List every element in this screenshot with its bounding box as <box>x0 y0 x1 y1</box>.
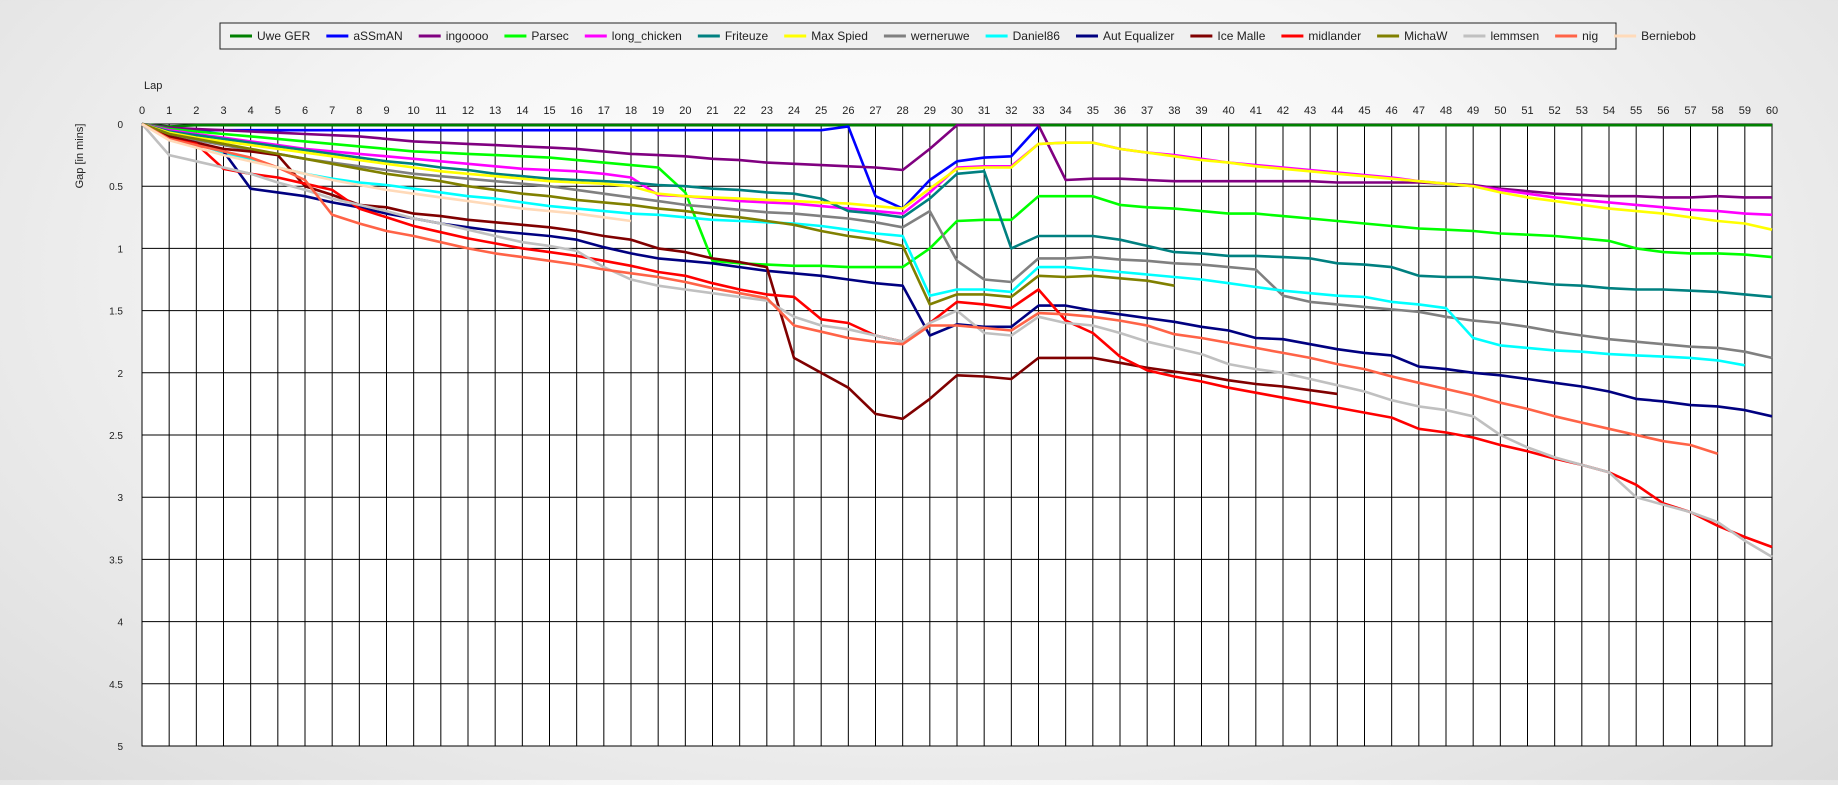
x-tick-label: 46 <box>1386 105 1398 117</box>
x-tick-label: 47 <box>1413 105 1425 117</box>
x-tick-label: 59 <box>1739 105 1751 117</box>
y-axis-title: Gap [in mins] <box>74 124 86 189</box>
x-tick-label: 9 <box>383 105 389 117</box>
y-tick-label: 1 <box>117 244 123 255</box>
x-tick-label: 12 <box>462 105 474 117</box>
x-tick-label: 31 <box>978 105 990 117</box>
y-tick-label: 4 <box>117 618 123 629</box>
x-tick-label: 7 <box>329 105 335 117</box>
x-tick-label: 23 <box>761 105 773 117</box>
gap-chart: Uwe GER aSSmAN ingoooo Parsec long_chicken Fr… <box>74 22 1778 753</box>
x-tick-label: 13 <box>489 105 501 117</box>
chart-container: Uwe GER aSSmAN ingoooo Parsec long_chicken Fr… <box>0 0 1838 780</box>
y-tick-label: 3.5 <box>109 555 123 566</box>
x-tick-label: 34 <box>1060 105 1072 117</box>
legend-label: Uwe GER <box>257 29 311 43</box>
x-tick-label: 27 <box>869 105 881 117</box>
x-tick-label: 35 <box>1087 105 1099 117</box>
x-tick-label: 49 <box>1467 105 1479 117</box>
y-tick-label: 5 <box>117 742 123 753</box>
x-tick-label: 25 <box>815 105 827 117</box>
x-tick-label: 41 <box>1250 105 1262 117</box>
x-tick-label: 0 <box>139 105 145 117</box>
x-tick-label: 8 <box>356 105 362 117</box>
x-tick-label: 38 <box>1168 105 1180 117</box>
x-tick-label: 5 <box>275 105 281 117</box>
x-tick-label: 15 <box>543 105 555 117</box>
x-tick-label: 37 <box>1141 105 1153 117</box>
y-tick-label: 3 <box>117 493 123 504</box>
x-tick-label: 36 <box>1114 105 1126 117</box>
x-tick-label: 22 <box>734 105 746 117</box>
legend-label: Ice Malle <box>1217 29 1265 43</box>
x-tick-label: 17 <box>598 105 610 117</box>
x-tick-label: 3 <box>220 105 226 117</box>
x-tick-label: 56 <box>1657 105 1669 117</box>
x-tick-label: 24 <box>788 105 800 117</box>
legend-label: midlander <box>1308 29 1361 43</box>
x-tick-label: 55 <box>1630 105 1642 117</box>
x-tick-label: 58 <box>1712 105 1724 117</box>
x-tick-label: 40 <box>1223 105 1235 117</box>
x-tick-label: 43 <box>1304 105 1316 117</box>
y-tick-label: 2 <box>117 369 123 380</box>
x-tick-label: 29 <box>924 105 936 117</box>
x-tick-label: 30 <box>951 105 963 117</box>
legend-label: MichaW <box>1404 29 1448 43</box>
x-tick-label: 33 <box>1032 105 1044 117</box>
x-tick-label: 6 <box>302 105 308 117</box>
legend-label: Max Spied <box>811 29 868 43</box>
legend-label: Parsec <box>531 29 568 43</box>
legend-label: Aut Equalizer <box>1103 29 1174 43</box>
x-tick-label: 52 <box>1549 105 1561 117</box>
legend-label: nig <box>1582 29 1598 43</box>
x-tick-label: 28 <box>897 105 909 117</box>
x-tick-label: 10 <box>408 105 420 117</box>
x-tick-label: 48 <box>1440 105 1452 117</box>
x-axis-ticks: 0 1 2 3 4 5 6 7 8 9 10 11 12 13 14 15 16 17 18 19 20 21 22 23 24… <box>139 105 1778 117</box>
x-tick-label: 54 <box>1603 105 1615 117</box>
x-tick-label: 1 <box>166 105 172 117</box>
legend-label: Daniel86 <box>1013 29 1061 43</box>
legend-label: long_chicken <box>612 29 682 43</box>
x-tick-label: 4 <box>248 105 254 117</box>
x-tick-label: 20 <box>679 105 691 117</box>
x-tick-label: 44 <box>1331 105 1343 117</box>
y-axis-ticks: 0 0.5 1 1.5 2 2.5 3 3.5 4 4.5 5 <box>109 120 123 753</box>
legend-label: aSSmAN <box>353 29 402 43</box>
x-tick-label: 14 <box>516 105 528 117</box>
x-tick-label: 18 <box>625 105 637 117</box>
y-tick-label: 0.5 <box>109 182 123 193</box>
x-tick-label: 16 <box>571 105 583 117</box>
y-tick-label: 2.5 <box>109 431 123 442</box>
x-tick-label: 51 <box>1521 105 1533 117</box>
legend-label: Friteuze <box>725 29 769 43</box>
y-tick-label: 1.5 <box>109 307 123 318</box>
x-tick-label: 50 <box>1494 105 1506 117</box>
x-tick-label: 57 <box>1684 105 1696 117</box>
x-tick-label: 45 <box>1358 105 1370 117</box>
legend-label: Berniebob <box>1641 29 1696 43</box>
x-tick-label: 42 <box>1277 105 1289 117</box>
legend-label: lemmsen <box>1490 29 1539 43</box>
x-tick-label: 11 <box>435 105 446 117</box>
x-tick-label: 39 <box>1195 105 1207 117</box>
y-tick-label: 4.5 <box>109 680 123 691</box>
x-axis-title: Lap <box>144 80 162 92</box>
x-tick-label: 21 <box>706 105 718 117</box>
y-tick-label: 0 <box>117 120 123 131</box>
legend-label: ingoooo <box>446 29 489 43</box>
x-tick-label: 32 <box>1005 105 1017 117</box>
x-tick-label: 60 <box>1766 105 1778 117</box>
x-tick-label: 26 <box>842 105 854 117</box>
legend: Uwe GER aSSmAN ingoooo Parsec long_chicken Fr… <box>219 22 1696 50</box>
x-tick-label: 53 <box>1576 105 1588 117</box>
x-tick-label: 2 <box>193 105 199 117</box>
legend-label: werneruwe <box>910 29 970 43</box>
x-tick-label: 19 <box>652 105 664 117</box>
